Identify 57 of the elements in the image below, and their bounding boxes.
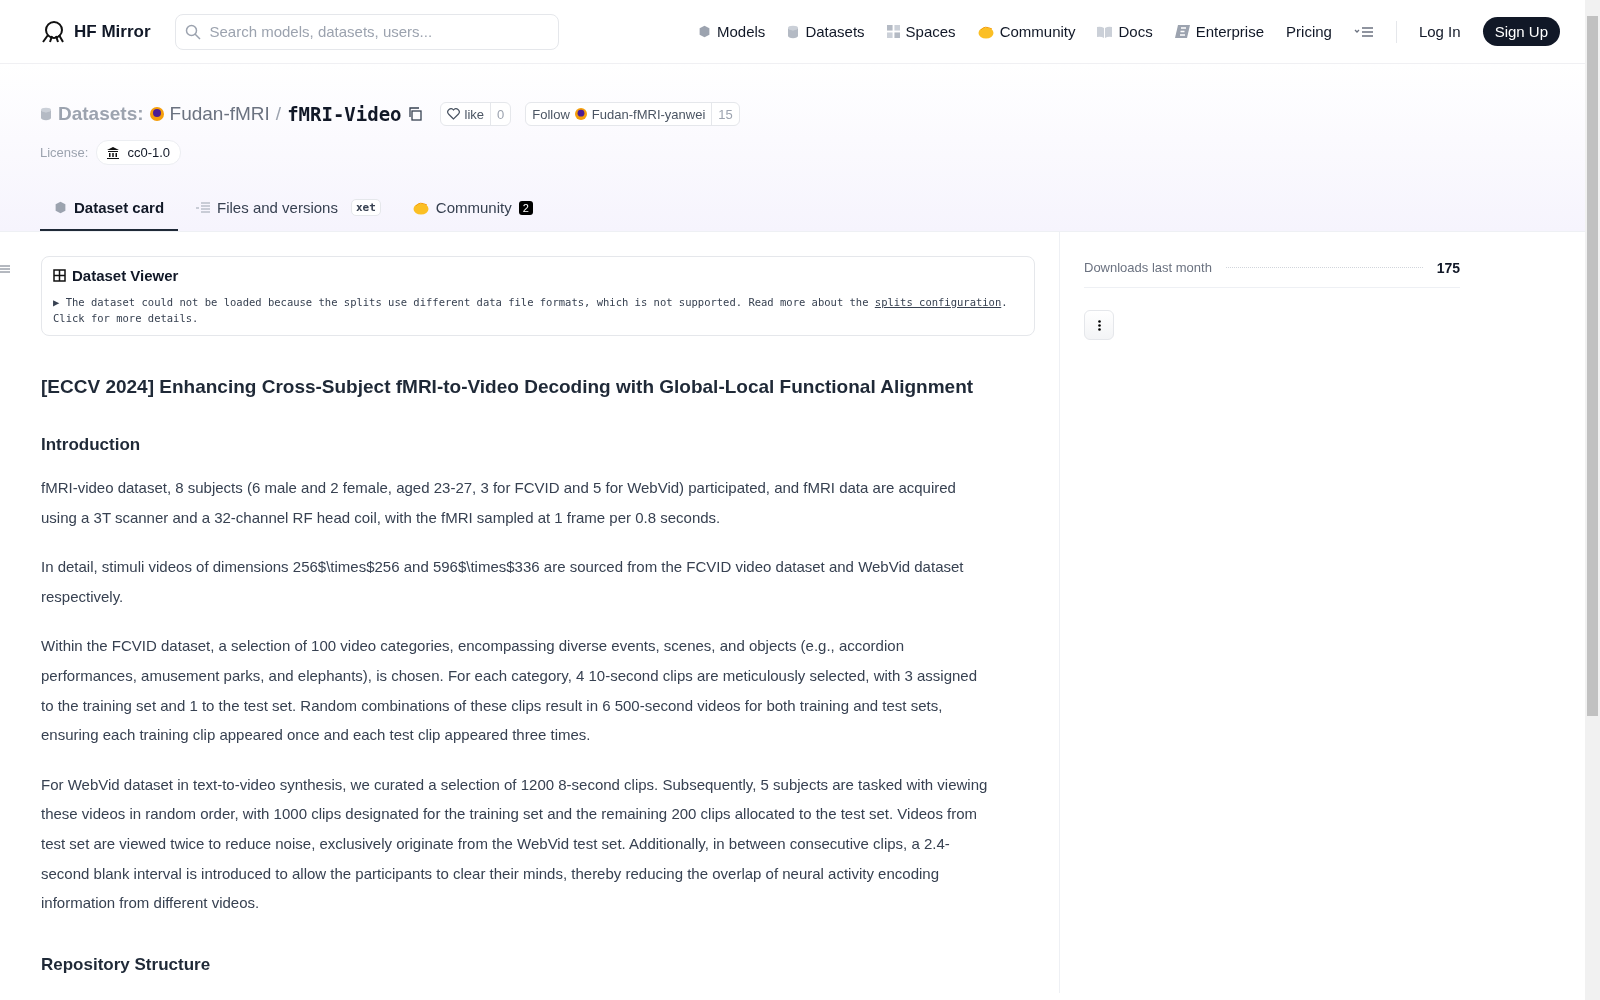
nav-link[interactable]: Datasets	[787, 23, 865, 40]
search-icon	[184, 23, 201, 40]
like-button[interactable]: like 0	[439, 102, 512, 126]
bank-icon	[107, 146, 120, 159]
database-icon	[787, 24, 800, 39]
paragraph: For WebVid dataset in text-to-video synthesis, we curated a selection of 1200 8-second clips. Subsequently, 5 subjects are tasked with viewing these videos in random order, with 1000 clips designated for the training set and the remaining 200 clips allocated to the test set. Videos from test set are viewed twice to reduce noise, exclusively originate from the WebVid test set. Additionally, in between consecutive clips, a 2.4-second blank interval is introduced to allow the participants to clear their minds, thereby reducing the overlap of neural activity encoding information from different videos.	[41, 774, 989, 914]
license-label: License:	[40, 145, 89, 160]
database-icon	[40, 107, 52, 121]
nav-link[interactable]: Spaces	[886, 23, 956, 40]
cube-icon	[698, 25, 711, 38]
brand-name[interactable]: HF Mirror	[74, 21, 151, 42]
xet-badge: xet	[350, 199, 381, 216]
count-badge: 2	[518, 200, 533, 215]
tab[interactable]: Dataset card	[40, 187, 179, 231]
card-title: [ECCV 2024] Enhancing Cross-Subject fMRI-to-Video Decoding with Global-Local Functional Alignment	[41, 376, 975, 398]
login-button[interactable]: Log In	[1418, 23, 1461, 40]
logo-icon	[40, 19, 66, 44]
nav-link[interactable]: Pricing	[1286, 23, 1332, 40]
hand-icon	[412, 200, 429, 215]
tab[interactable]: Files and versions xet	[182, 187, 395, 231]
enterprise-icon	[1174, 25, 1190, 38]
downloads-label: Downloads last month	[1084, 260, 1212, 275]
toc-icon[interactable]	[0, 264, 10, 274]
avatar-icon	[149, 107, 164, 121]
repo-name[interactable]: fMRI-Video	[287, 103, 402, 125]
signup-button[interactable]: Sign Up	[1482, 17, 1560, 46]
copy-icon[interactable]	[407, 107, 422, 121]
paragraph: fMRI-video dataset, 8 subjects (6 male and 2 female, aged 23-27, 3 for FCVID and 5 for WebVid) participated, and fMRI data are acquired using a 3T scanner and a 32-channel RF head coil, with the fMRI sampled at 1 frame per 0.8 seconds.	[41, 478, 957, 528]
owner-link[interactable]: Fudan-fMRI	[169, 103, 270, 125]
error-message[interactable]: ▶ The dataset could not be loaded because the splits use different data file formats, which is not supported. Read more about the splits configuration. Click for more details.	[53, 294, 1023, 326]
paragraph: Within the FCVID dataset, a selection of 100 video categories, encompassing diverse events, scenes, and objects (e.g., accordion performances, amusement parks, and elephants), is chosen. For each category, 4 10-second clips are meticulously selected, with 3 assigned to the training set and 1 to the test set. Random combinations of these clips result in 6 500-second videos for both training and test sets, ensuring each training clip appeared once and each test clip appeared three times.	[41, 636, 979, 746]
nav-link[interactable]: Enterprise	[1174, 23, 1265, 40]
grid-icon	[886, 25, 900, 38]
nav-link[interactable]: Models	[698, 23, 766, 40]
kebab-icon	[1097, 319, 1101, 331]
more-button[interactable]	[1084, 310, 1114, 340]
viewer-title: Dataset Viewer	[72, 267, 179, 284]
nav-link[interactable]: Community	[977, 23, 1076, 40]
section-heading: Repository Structure	[41, 954, 212, 975]
license-tag[interactable]: cc0-1.0	[96, 140, 182, 165]
path-separator: /	[275, 103, 282, 125]
table-icon	[53, 269, 66, 282]
tab[interactable]: Community 2	[398, 187, 547, 231]
cube-icon	[54, 201, 67, 214]
splits-link[interactable]: splits configuration	[874, 296, 1002, 308]
hand-icon	[977, 24, 994, 39]
paragraph: In detail, stimuli videos of dimensions 256$\times$256 and 596$\times$336 are sourced from the FCVID video dataset and WebVid dataset respectively.	[41, 557, 965, 607]
search-field[interactable]: Search models, datasets, users...	[174, 13, 559, 50]
menu-icon[interactable]	[1353, 25, 1374, 38]
downloads-count: 175	[1436, 259, 1460, 276]
avatar-icon	[574, 108, 587, 120]
follow-button[interactable]: Follow Fudan-fMRI-yanwei 15	[525, 102, 740, 126]
section-heading: Introduction	[41, 435, 142, 455]
files-icon	[196, 201, 211, 214]
heart-icon	[446, 108, 460, 120]
book-icon	[1097, 25, 1113, 38]
nav-link[interactable]: Docs	[1097, 23, 1153, 40]
